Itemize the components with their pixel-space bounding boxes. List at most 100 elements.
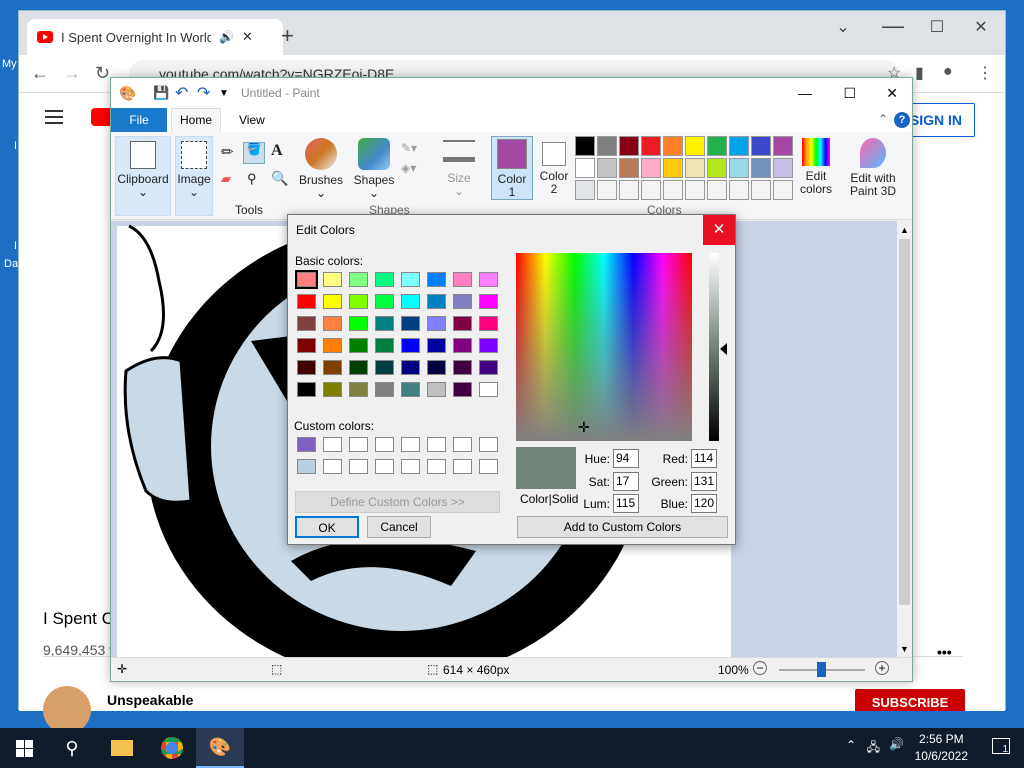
basic-color-swatch[interactable] xyxy=(401,272,420,287)
shapes-button[interactable]: Shapes ⌄ xyxy=(351,136,397,200)
edit-paint3d-button[interactable]: Edit with Paint 3D xyxy=(845,136,901,198)
dialog-close-button[interactable]: ✕ xyxy=(703,215,735,245)
close-button[interactable]: ✕ xyxy=(959,17,1003,37)
network-icon[interactable]: 🖧 xyxy=(867,738,880,759)
add-to-custom-colors-button[interactable]: Add to Custom Colors xyxy=(517,516,728,538)
fill-style-icon[interactable]: ◈▾ xyxy=(401,162,416,175)
custom-color-swatch[interactable] xyxy=(323,459,342,474)
basic-color-swatch[interactable] xyxy=(479,338,498,353)
new-tab-button[interactable]: + xyxy=(281,23,294,49)
magnifier-icon[interactable]: 🔍 xyxy=(271,171,288,185)
basic-color-swatch[interactable] xyxy=(453,316,472,331)
basic-color-swatch[interactable] xyxy=(349,382,368,397)
qat-dropdown-icon[interactable]: ▼ xyxy=(219,88,229,99)
basic-color-swatch[interactable] xyxy=(453,272,472,287)
tab-close-icon[interactable]: ✕ xyxy=(242,29,253,45)
clipboard-button[interactable]: Clipboard ⌄ xyxy=(115,136,171,216)
palette-swatch[interactable] xyxy=(751,136,771,156)
basic-color-swatch[interactable] xyxy=(349,316,368,331)
basic-color-swatch[interactable] xyxy=(453,294,472,309)
zoom-out-icon[interactable]: − xyxy=(753,661,767,675)
basic-color-swatch[interactable] xyxy=(375,338,394,353)
sidepanel-icon[interactable]: ▮ xyxy=(915,63,924,83)
paint-close-button[interactable]: ✕ xyxy=(886,85,898,102)
palette-swatch[interactable] xyxy=(597,136,617,156)
palette-swatch[interactable] xyxy=(641,180,661,200)
basic-color-swatch[interactable] xyxy=(375,272,394,287)
restore-button[interactable]: ☐ xyxy=(915,17,959,37)
basic-color-swatch[interactable] xyxy=(349,338,368,353)
basic-color-swatch[interactable] xyxy=(375,316,394,331)
desktop-icon-label[interactable]: I xyxy=(14,140,17,152)
sat-field[interactable]: 17 xyxy=(613,472,639,491)
channel-avatar[interactable] xyxy=(43,686,91,734)
palette-swatch[interactable] xyxy=(773,180,793,200)
cancel-button[interactable]: Cancel xyxy=(367,516,431,538)
basic-color-swatch[interactable] xyxy=(375,382,394,397)
basic-color-swatch[interactable] xyxy=(427,338,446,353)
size-button[interactable]: Size ⌄ xyxy=(439,136,479,198)
basic-color-swatch[interactable] xyxy=(349,360,368,375)
basic-color-swatch[interactable] xyxy=(323,338,342,353)
reload-icon[interactable]: ↻ xyxy=(95,63,110,84)
zoom-in-icon[interactable]: + xyxy=(875,661,889,675)
basic-color-swatch[interactable] xyxy=(375,294,394,309)
basic-color-swatch[interactable] xyxy=(323,360,342,375)
vertical-scrollbar[interactable]: ▲ ▼ xyxy=(897,221,912,658)
basic-color-swatch[interactable] xyxy=(401,316,420,331)
zoom-slider-thumb[interactable] xyxy=(817,662,826,677)
basic-color-swatch[interactable] xyxy=(427,360,446,375)
palette-swatch[interactable] xyxy=(663,136,683,156)
palette-swatch[interactable] xyxy=(663,180,683,200)
custom-color-swatch[interactable] xyxy=(453,437,472,452)
palette-swatch[interactable] xyxy=(575,136,595,156)
palette-swatch[interactable] xyxy=(663,158,683,178)
basic-color-swatch[interactable] xyxy=(323,294,342,309)
custom-color-swatch[interactable] xyxy=(401,459,420,474)
basic-color-swatch[interactable] xyxy=(401,338,420,353)
basic-color-swatch[interactable] xyxy=(297,294,316,309)
custom-color-swatch[interactable] xyxy=(427,437,446,452)
hue-field[interactable]: 94 xyxy=(613,449,639,468)
basic-color-swatch[interactable] xyxy=(453,338,472,353)
green-field[interactable]: 131 xyxy=(691,472,717,491)
lum-field[interactable]: 115 xyxy=(613,494,639,513)
ok-button[interactable]: OK xyxy=(295,516,359,538)
help-icon[interactable]: ? xyxy=(894,112,910,128)
basic-color-swatch[interactable] xyxy=(479,382,498,397)
custom-color-swatch[interactable] xyxy=(401,437,420,452)
custom-color-swatch[interactable] xyxy=(323,437,342,452)
chrome-icon[interactable] xyxy=(148,728,196,768)
clock[interactable]: 2:56 PM 10/6/2022 xyxy=(915,731,968,765)
palette-swatch[interactable] xyxy=(707,158,727,178)
outline-icon[interactable]: ✎▾ xyxy=(401,142,417,155)
search-icon[interactable]: ⚲ xyxy=(48,728,96,768)
palette-swatch[interactable] xyxy=(685,158,705,178)
palette-swatch[interactable] xyxy=(641,136,661,156)
basic-color-swatch[interactable] xyxy=(427,382,446,397)
palette-swatch[interactable] xyxy=(773,158,793,178)
palette-swatch[interactable] xyxy=(707,136,727,156)
basic-color-swatch[interactable] xyxy=(349,272,368,287)
palette-swatch[interactable] xyxy=(685,136,705,156)
crosshair-icon[interactable]: ✛ xyxy=(578,419,590,436)
basic-color-swatch[interactable] xyxy=(479,316,498,331)
menu-icon[interactable]: ⋮ xyxy=(977,63,993,83)
palette-swatch[interactable] xyxy=(729,136,749,156)
tab-search-button[interactable]: ⌄ xyxy=(821,17,865,37)
basic-color-swatch[interactable] xyxy=(453,360,472,375)
fill-icon[interactable]: 🪣 xyxy=(243,142,265,164)
color-spectrum[interactable]: ✛ xyxy=(516,253,692,441)
basic-color-swatch[interactable] xyxy=(349,294,368,309)
palette-swatch[interactable] xyxy=(575,180,595,200)
basic-color-swatch[interactable] xyxy=(297,382,316,397)
basic-color-swatch[interactable] xyxy=(323,316,342,331)
paint-minimize-button[interactable]: — xyxy=(798,85,812,101)
basic-color-swatch[interactable] xyxy=(323,272,342,287)
custom-color-swatch[interactable] xyxy=(349,437,368,452)
text-icon[interactable]: A xyxy=(271,143,283,159)
save-icon[interactable]: 💾 xyxy=(153,85,169,101)
custom-color-swatch[interactable] xyxy=(479,437,498,452)
palette-swatch[interactable] xyxy=(641,158,661,178)
palette-swatch[interactable] xyxy=(751,180,771,200)
